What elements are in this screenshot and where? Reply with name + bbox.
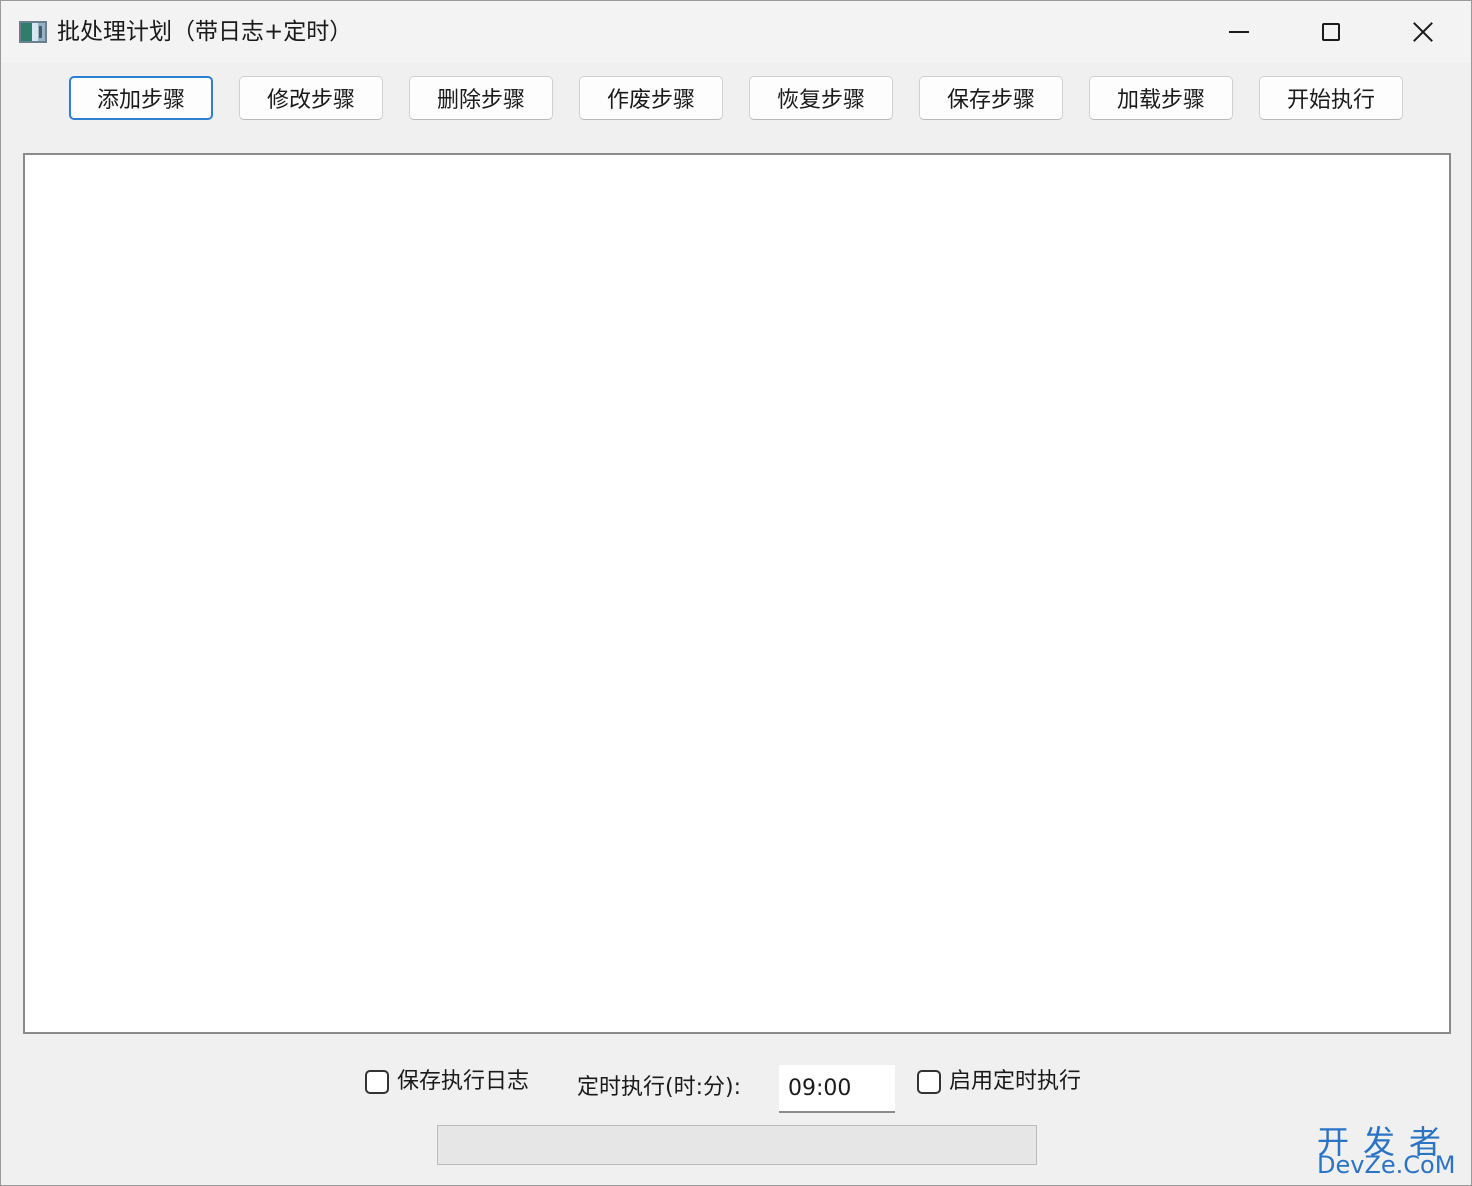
- close-button[interactable]: [1377, 1, 1469, 63]
- schedule-time-label: 定时执行(时:分):: [577, 1075, 741, 1100]
- schedule-time-input[interactable]: [779, 1065, 895, 1113]
- save-log-label[interactable]: 保存执行日志: [397, 1067, 529, 1097]
- enable-schedule-label[interactable]: 启用定时执行: [949, 1067, 1081, 1097]
- app-icon: [19, 21, 47, 43]
- close-icon: [1412, 21, 1434, 43]
- add-step-button[interactable]: 添加步骤: [69, 76, 213, 120]
- progress-bar: [437, 1125, 1037, 1165]
- steps-list[interactable]: [23, 153, 1451, 1034]
- restore-step-button[interactable]: 恢复步骤: [749, 76, 893, 120]
- enable-schedule-checkbox[interactable]: [917, 1070, 941, 1094]
- title-bar[interactable]: 批处理计划（带日志+定时）: [1, 1, 1471, 63]
- minimize-button[interactable]: [1193, 1, 1285, 63]
- watermark-domain: DevZe.CoM: [1317, 1151, 1456, 1179]
- maximize-icon: [1322, 23, 1340, 41]
- edit-step-button[interactable]: 修改步骤: [239, 76, 383, 120]
- void-step-button[interactable]: 作废步骤: [579, 76, 723, 120]
- delete-step-button[interactable]: 删除步骤: [409, 76, 553, 120]
- start-execution-button[interactable]: 开始执行: [1259, 76, 1403, 120]
- load-steps-button[interactable]: 加载步骤: [1089, 76, 1233, 120]
- save-steps-button[interactable]: 保存步骤: [919, 76, 1063, 120]
- save-log-checkbox[interactable]: [365, 1070, 389, 1094]
- maximize-button[interactable]: [1285, 1, 1377, 63]
- window-title: 批处理计划（带日志+定时）: [57, 19, 353, 45]
- minimize-icon: [1229, 31, 1249, 33]
- app-window: 批处理计划（带日志+定时） 添加步骤 修改步骤 删除步骤 作废步骤 恢复步骤 保…: [0, 0, 1472, 1186]
